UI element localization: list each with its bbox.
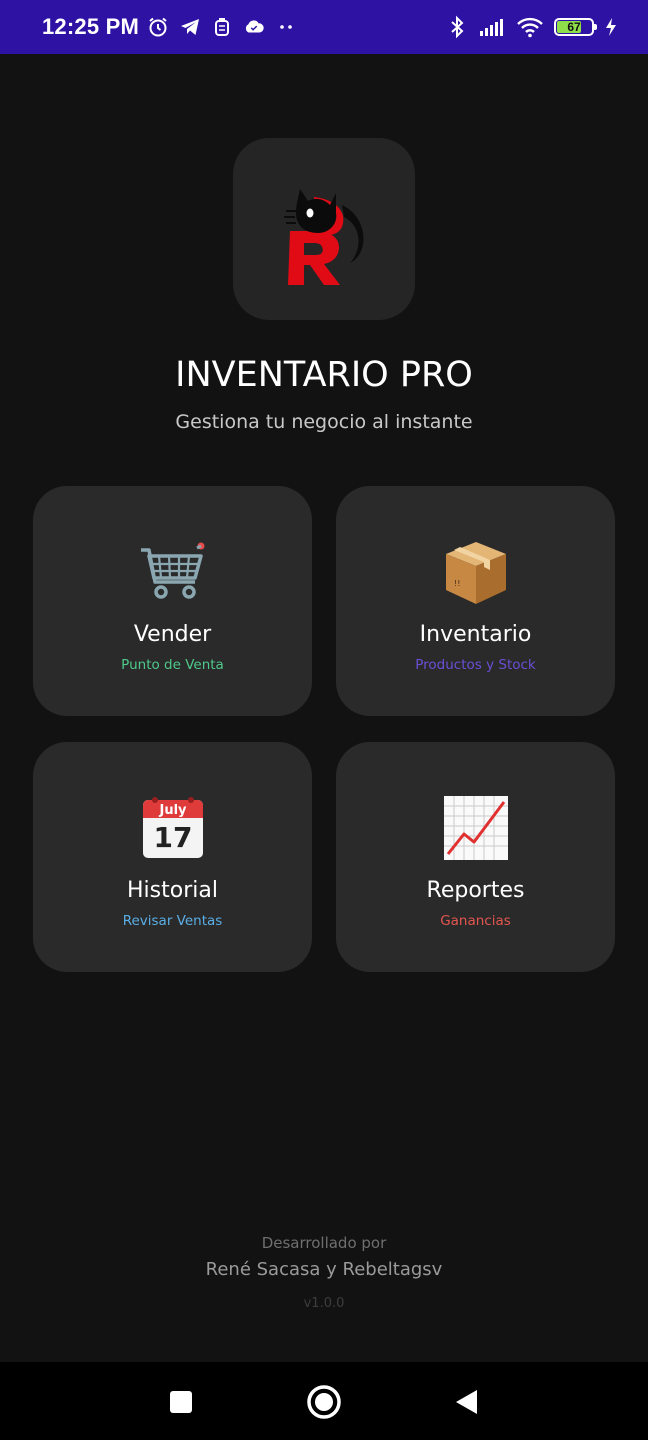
more-dots-icon [275,16,297,38]
reportes-subtitle: Ganancias [440,913,511,929]
authors-text: René Sacasa y Rebeltagsv [205,1259,443,1280]
chart-up-icon [440,792,512,864]
status-time: 12:25 PM [42,14,139,39]
inventario-card[interactable]: !! Inventario Productos y Stock [336,486,615,716]
wifi-icon [516,16,544,38]
home-icon[interactable] [304,1382,344,1422]
status-bar: 12:25 PM 67 [0,0,648,54]
app-subtitle: Gestiona tu negocio al instante [175,411,473,433]
package-box-icon: !! [440,536,512,608]
navigation-bar [0,1362,648,1440]
app-title: INVENTARIO PRO [175,355,473,395]
historial-subtitle: Revisar Ventas [122,913,223,929]
version-text: v1.0.0 [303,1296,345,1311]
shield-icon [211,16,233,38]
reportes-title: Reportes [426,878,525,903]
reportes-card[interactable]: Reportes Ganancias [336,742,615,972]
telegram-icon [179,16,201,38]
vender-card[interactable]: Vender Punto de Venta [33,486,312,716]
signal-icon [478,16,506,38]
historial-title: Historial [127,878,218,903]
developed-by-label: Desarrollado por [261,1234,387,1252]
battery-icon: 67 [554,18,597,36]
alarm-icon [147,16,169,38]
calendar-month-text: July [158,803,187,818]
back-icon[interactable] [446,1382,486,1422]
vender-title: Vender [133,622,212,647]
bluetooth-icon [446,15,468,39]
charging-icon [604,16,618,38]
calendar-icon: July 17 [137,792,209,864]
inventario-subtitle: Productos y Stock [415,657,536,673]
cat-r-logo-icon [264,167,384,291]
shopping-cart-icon [137,536,209,608]
calendar-day-text: 17 [153,821,192,854]
inventario-title: Inventario [419,622,532,647]
historial-card[interactable]: July 17 Historial Revisar Ventas [33,742,312,972]
cloud-icon [243,16,265,38]
svg-text:!!: !! [454,579,460,588]
app-logo [233,138,415,320]
vender-subtitle: Punto de Venta [121,657,224,673]
recent-apps-icon[interactable] [161,1382,201,1422]
battery-level-text: 67 [567,20,581,34]
